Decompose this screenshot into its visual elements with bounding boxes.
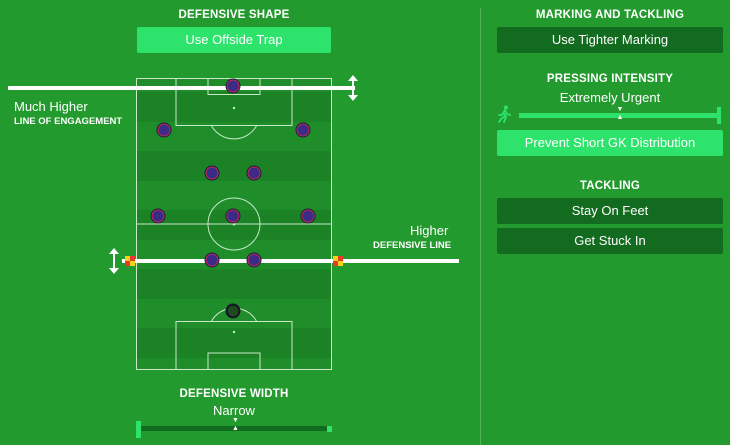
prevent-short-gk-distribution-button[interactable]: Prevent Short GK Distribution bbox=[497, 130, 723, 156]
running-man-icon bbox=[498, 105, 511, 123]
pitch bbox=[136, 78, 332, 370]
defensive-line-line[interactable] bbox=[122, 259, 459, 263]
defensive-line-label: DEFENSIVE LINE bbox=[373, 240, 452, 251]
use-tighter-marking-button[interactable]: Use Tighter Marking bbox=[497, 27, 723, 53]
player-right-central-mid[interactable] bbox=[247, 166, 261, 180]
player-right-mid[interactable] bbox=[301, 209, 315, 223]
player-right-forward[interactable] bbox=[296, 123, 310, 137]
player-left-mid[interactable] bbox=[151, 209, 165, 223]
pressing-intensity-value: Extremely Urgent bbox=[559, 90, 661, 105]
player-right-centre-back[interactable] bbox=[247, 253, 261, 267]
defensive-width-heading: DEFENSIVE WIDTH bbox=[179, 388, 289, 400]
defensive-width-slider[interactable]: ▼ ▲ bbox=[136, 417, 332, 439]
line-of-engagement-handle-icon[interactable] bbox=[348, 75, 358, 101]
player-left-forward[interactable] bbox=[157, 123, 171, 137]
player-striker[interactable] bbox=[226, 79, 240, 93]
left-corner-flag-icon bbox=[125, 256, 135, 266]
stay-on-feet-button[interactable]: Stay On Feet bbox=[497, 198, 723, 224]
right-corner-flag-icon bbox=[333, 256, 343, 266]
defensive-line-handle-icon[interactable] bbox=[109, 248, 119, 274]
marking-and-tackling-heading: MARKING AND TACKLING bbox=[535, 9, 685, 21]
line-of-engagement-value: Much Higher bbox=[14, 99, 88, 114]
pressing-intensity-heading: PRESSING INTENSITY bbox=[546, 73, 674, 85]
defensive-width-marker[interactable]: ▼ ▲ bbox=[232, 417, 239, 433]
line-of-engagement-label: LINE OF ENGAGEMENT bbox=[14, 116, 123, 127]
pressing-intensity-slider[interactable]: ▼ ▲ bbox=[497, 104, 725, 126]
pressing-intensity-marker[interactable]: ▼ ▲ bbox=[617, 106, 624, 122]
player-defensive-mid[interactable] bbox=[226, 209, 240, 223]
defensive-width-min-cap bbox=[136, 421, 141, 438]
defensive-line-value: Higher bbox=[410, 223, 449, 238]
line-of-engagement-line[interactable] bbox=[8, 86, 355, 90]
tackling-heading: TACKLING bbox=[579, 180, 641, 192]
defensive-shape-heading: DEFENSIVE SHAPE bbox=[178, 9, 290, 21]
panel-divider bbox=[480, 8, 481, 445]
defensive-width-value: Narrow bbox=[213, 403, 255, 418]
player-goalkeeper[interactable] bbox=[226, 304, 240, 318]
get-stuck-in-button[interactable]: Get Stuck In bbox=[497, 228, 723, 254]
player-left-central-mid[interactable] bbox=[205, 166, 219, 180]
defensive-width-max-cap bbox=[327, 426, 332, 432]
player-left-centre-back[interactable] bbox=[205, 253, 219, 267]
use-offside-trap-button[interactable]: Use Offside Trap bbox=[137, 27, 331, 53]
pressing-intensity-max-cap bbox=[717, 107, 721, 124]
